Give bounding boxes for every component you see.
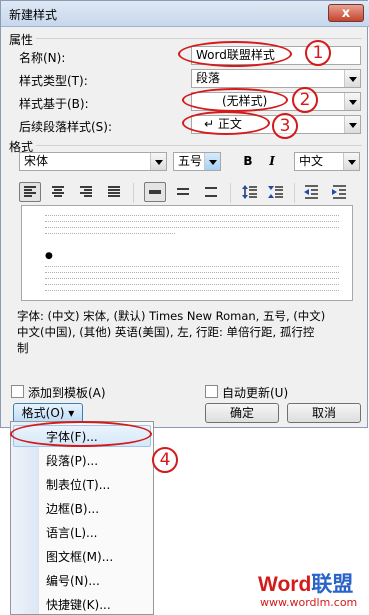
menu-item-tabs[interactable]: 制表位(T)... bbox=[46, 476, 110, 493]
italic-button[interactable]: I bbox=[261, 151, 283, 171]
style-description-line2: 中文(中国), (其他) 英语(美国), 左, 行距: 单倍行距, 孤行控 bbox=[17, 325, 315, 339]
decrease-indent-button[interactable] bbox=[300, 182, 322, 202]
annotation-number-2: 2 bbox=[292, 87, 318, 113]
chevron-down-icon bbox=[344, 70, 360, 87]
space-before-icon bbox=[242, 185, 257, 199]
bold-button[interactable]: B bbox=[237, 151, 259, 171]
chevron-down-icon bbox=[344, 116, 360, 133]
align-left-button[interactable] bbox=[19, 182, 41, 202]
align-center-icon bbox=[52, 186, 64, 197]
auto-update-label: 自动更新(U) bbox=[222, 386, 289, 400]
align-right-icon bbox=[80, 186, 92, 197]
close-button[interactable]: x bbox=[328, 4, 364, 22]
space-before-decrease-button[interactable] bbox=[265, 182, 287, 202]
annotation-oval-based-on bbox=[182, 88, 288, 112]
annotation-number-1: 1 bbox=[305, 40, 331, 66]
ok-button[interactable]: 确定 bbox=[205, 403, 279, 423]
font-dropdown[interactable]: 宋体 bbox=[19, 152, 167, 171]
properties-section-title: 属性 bbox=[9, 33, 34, 47]
style-type-label: 样式类型(T): bbox=[19, 74, 88, 88]
menu-item-numbering[interactable]: 编号(N)... bbox=[46, 572, 100, 589]
language-value: 中文 bbox=[299, 154, 324, 168]
menu-item-language[interactable]: 语言(L)... bbox=[46, 524, 98, 541]
menu-item-frame[interactable]: 图文框(M)... bbox=[46, 548, 113, 565]
font-size-dropdown[interactable]: 五号 bbox=[173, 152, 221, 171]
style-preview: ● bbox=[21, 205, 353, 301]
cancel-button[interactable]: 取消 bbox=[287, 403, 361, 423]
watermark-brand-word: Word bbox=[258, 573, 312, 596]
name-label: 名称(N): bbox=[19, 51, 66, 65]
watermark-url: www.wordlm.com bbox=[260, 596, 358, 609]
chevron-down-icon bbox=[204, 153, 220, 170]
add-to-template-checkbox[interactable] bbox=[11, 385, 24, 398]
preview-sample-mark: ● bbox=[45, 251, 53, 261]
style-type-dropdown[interactable]: 段落 bbox=[191, 69, 361, 88]
justify-button[interactable] bbox=[103, 182, 125, 202]
style-description-line1: 字体: (中文) 宋体, (默认) Times New Roman, 五号, (… bbox=[17, 309, 326, 323]
chevron-down-icon bbox=[150, 153, 166, 170]
add-to-template-label: 添加到模板(A) bbox=[28, 386, 106, 400]
align-center-button[interactable] bbox=[47, 182, 69, 202]
style-description-line3: 制 bbox=[17, 341, 29, 355]
space-before-increase-button[interactable] bbox=[239, 182, 261, 202]
based-on-label: 样式基于(B): bbox=[19, 97, 89, 111]
double-spacing-button[interactable] bbox=[200, 182, 222, 202]
space-after-icon bbox=[268, 186, 283, 198]
increase-indent-icon bbox=[332, 185, 346, 199]
decrease-indent-icon bbox=[304, 185, 318, 199]
font-value: 宋体 bbox=[24, 154, 49, 168]
annotation-number-4: 4 bbox=[152, 447, 178, 473]
line-spacing-onehalf-icon bbox=[177, 188, 189, 195]
chevron-down-icon bbox=[343, 153, 359, 170]
one-half-spacing-button[interactable] bbox=[172, 182, 194, 202]
line-spacing-single-icon bbox=[149, 190, 161, 194]
auto-update-checkbox[interactable] bbox=[205, 385, 218, 398]
increase-indent-button[interactable] bbox=[328, 182, 350, 202]
annotation-oval-next-style bbox=[182, 111, 270, 135]
title-bar[interactable]: 新建样式 x bbox=[1, 1, 369, 27]
menu-item-border[interactable]: 边框(B)... bbox=[46, 500, 99, 517]
font-size-value: 五号 bbox=[178, 154, 203, 168]
style-type-value: 段落 bbox=[196, 71, 221, 85]
single-spacing-button[interactable] bbox=[144, 182, 166, 202]
annotation-number-3: 3 bbox=[272, 113, 298, 139]
annotation-oval-name bbox=[178, 41, 292, 67]
format-menu-button[interactable]: 格式(O) ▾ bbox=[13, 403, 83, 423]
language-dropdown[interactable]: 中文 bbox=[294, 152, 360, 171]
watermark-brand-cn: 联盟 bbox=[311, 573, 354, 596]
annotation-oval-font-item bbox=[10, 421, 152, 447]
justify-icon bbox=[108, 186, 120, 197]
chevron-down-icon bbox=[344, 93, 360, 110]
menu-icon-strip bbox=[11, 422, 39, 614]
menu-item-paragraph[interactable]: 段落(P)... bbox=[46, 452, 98, 469]
menu-item-shortcut[interactable]: 快捷键(K)... bbox=[46, 596, 111, 613]
align-left-icon bbox=[24, 186, 36, 197]
line-spacing-double-icon bbox=[205, 187, 217, 197]
next-style-label: 后续段落样式(S): bbox=[19, 120, 113, 134]
align-right-button[interactable] bbox=[75, 182, 97, 202]
format-menu: 字体(F)... 段落(P)... 制表位(T)... 边框(B)... 语言(… bbox=[10, 421, 154, 615]
watermark-logo: Word联盟 bbox=[258, 568, 353, 598]
dialog-title: 新建样式 bbox=[9, 8, 58, 22]
